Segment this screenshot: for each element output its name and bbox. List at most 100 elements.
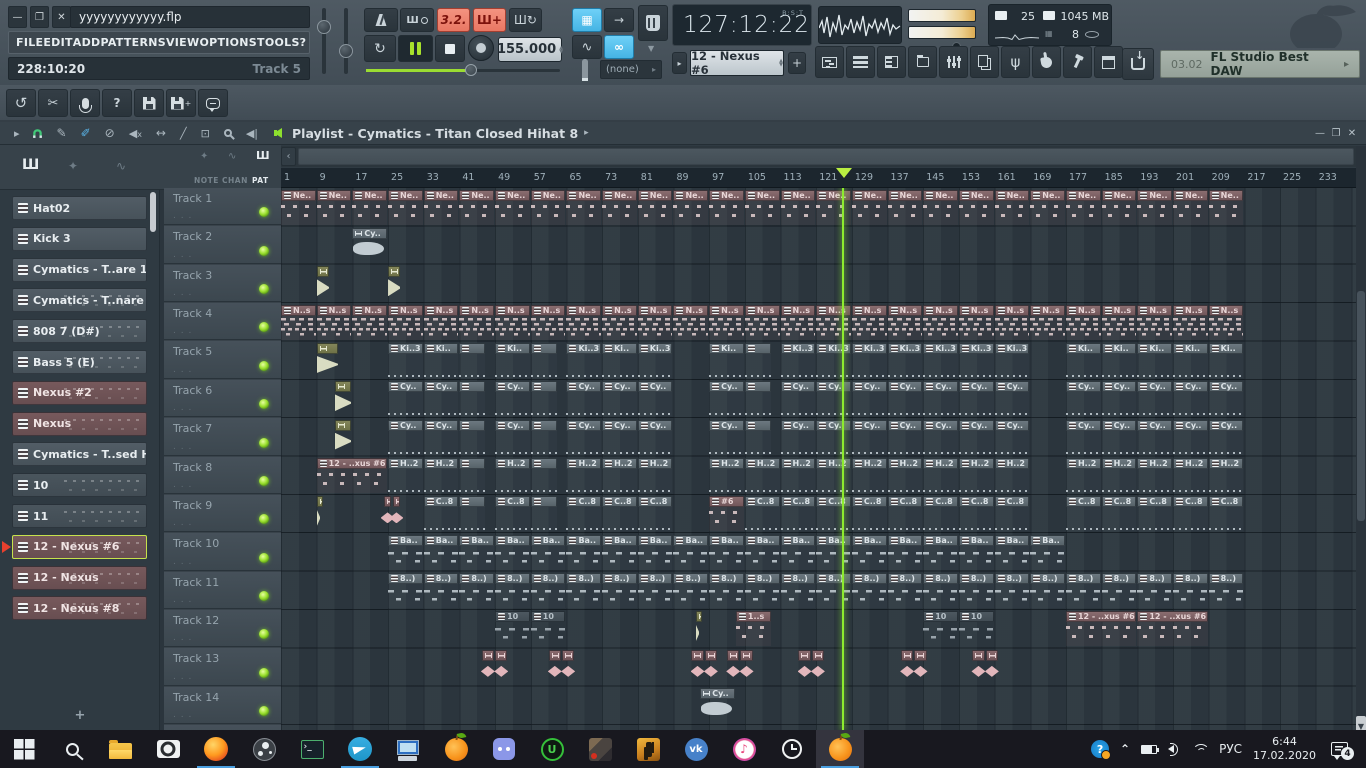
taskbar-item-alarm[interactable] bbox=[768, 730, 816, 768]
track-options-dots[interactable]: . . . bbox=[173, 518, 192, 528]
taskbar-item-vk[interactable] bbox=[672, 730, 720, 768]
playback-marker-icon[interactable]: ◀| bbox=[246, 127, 258, 140]
picker-patterns-tab-icon[interactable]: Ш bbox=[22, 157, 39, 173]
clip-header[interactable]: N..s bbox=[1209, 305, 1244, 316]
clip-Ne..-bar97[interactable]: Ne.. bbox=[709, 190, 744, 226]
clip-Cy..-bar201[interactable]: Cy.. bbox=[1173, 381, 1208, 417]
clip-header[interactable]: Ba.. bbox=[888, 535, 923, 546]
note-view-icon[interactable]: ✦ bbox=[200, 151, 208, 162]
clip-header[interactable]: C..8 bbox=[1173, 496, 1208, 507]
window-close-button[interactable]: ✕ bbox=[52, 6, 71, 28]
clip-N..s-bar97[interactable]: N..s bbox=[709, 305, 744, 341]
clip-header[interactable]: 8..) bbox=[638, 573, 673, 584]
taskbar-item-obs[interactable] bbox=[240, 730, 288, 768]
clip-header[interactable]: Ki..3 bbox=[566, 343, 601, 354]
clip-header[interactable]: Ki.. bbox=[1066, 343, 1101, 354]
clip-header[interactable]: Ba.. bbox=[995, 535, 1030, 546]
clip-header[interactable]: H..2 bbox=[424, 458, 459, 469]
master-volume-knob[interactable] bbox=[339, 44, 353, 58]
clip-header[interactable] bbox=[459, 420, 485, 431]
clip-header[interactable] bbox=[459, 458, 485, 469]
help-tray-icon[interactable]: ? bbox=[1091, 740, 1109, 758]
clip-header[interactable]: Ki.. bbox=[1173, 343, 1208, 354]
clip-H..2-bar185[interactable]: H..2 bbox=[1102, 458, 1137, 494]
clip-header[interactable]: Ne.. bbox=[1066, 190, 1101, 201]
clip-am-bar24[interactable] bbox=[384, 496, 392, 532]
track-mute-led[interactable] bbox=[259, 591, 269, 601]
help-button[interactable]: ? bbox=[102, 89, 132, 117]
clip-header[interactable]: C..8 bbox=[781, 496, 816, 507]
clip-header[interactable]: C..8 bbox=[888, 496, 923, 507]
clip-Cy..-bar177[interactable]: Cy.. bbox=[1066, 381, 1101, 417]
track-header-5[interactable]: Track 5. . . bbox=[164, 341, 281, 378]
clip-N..s-bar41[interactable]: N..s bbox=[459, 305, 494, 341]
playlist-window-button[interactable] bbox=[815, 46, 844, 78]
clip-header[interactable]: 8..) bbox=[602, 573, 637, 584]
clip-am-bar61[interactable] bbox=[549, 650, 561, 686]
clip-Ba..-bar49[interactable]: Ba.. bbox=[495, 535, 530, 571]
clip-header[interactable]: #6 bbox=[709, 496, 744, 507]
paint-tool-icon[interactable]: ✐ bbox=[81, 126, 91, 140]
track-mute-led[interactable] bbox=[259, 284, 269, 294]
clip-C..8-bar145[interactable]: C..8 bbox=[923, 496, 958, 532]
track-options-dots[interactable]: . . . bbox=[173, 326, 192, 336]
clip-header[interactable] bbox=[691, 650, 703, 661]
track-header-11[interactable]: Track 11. . . bbox=[164, 572, 281, 609]
clip-header[interactable]: Ki.. bbox=[1102, 343, 1137, 354]
clip-Ba..-bar169[interactable]: Ba.. bbox=[1030, 535, 1065, 571]
clip-header[interactable]: Ki..3 bbox=[781, 343, 816, 354]
playlist-close-button[interactable]: ✕ bbox=[1344, 128, 1360, 139]
clip-header[interactable] bbox=[393, 496, 401, 507]
picker-audio-tab-icon[interactable]: ✦ bbox=[68, 159, 78, 173]
clip-header[interactable]: Ne.. bbox=[424, 190, 459, 201]
clip-header[interactable] bbox=[459, 381, 485, 392]
clip-pg-bar105[interactable] bbox=[745, 420, 771, 456]
chevron-down-icon[interactable]: ▼ bbox=[648, 44, 654, 53]
clip-header[interactable]: Ne.. bbox=[888, 190, 923, 201]
clip-Cy..-bar81[interactable]: Cy.. bbox=[638, 381, 673, 417]
clip-H..2-bar113[interactable]: H..2 bbox=[781, 458, 816, 494]
master-pitch-knob[interactable] bbox=[317, 20, 331, 34]
clip-N..s-bar89[interactable]: N..s bbox=[673, 305, 708, 341]
clip-N..s-bar129[interactable]: N..s bbox=[852, 305, 887, 341]
clip-10-bar145[interactable]: 10 bbox=[923, 611, 958, 647]
add-pattern-button[interactable]: + bbox=[788, 52, 806, 74]
wait-for-input-button[interactable]: Ш bbox=[400, 8, 434, 32]
clip-ao-bar25[interactable] bbox=[388, 266, 400, 302]
clip-8..)-bar193[interactable]: 8..) bbox=[1137, 573, 1172, 609]
loop-record-button[interactable]: Ш↻ bbox=[509, 8, 542, 32]
clip-header[interactable] bbox=[696, 611, 702, 622]
time-display-panel[interactable]: 127:12:22 B:S:T bbox=[672, 4, 812, 46]
clip-am-bar101[interactable] bbox=[727, 650, 739, 686]
clip-header[interactable]: 8..) bbox=[1102, 573, 1137, 584]
clip-Ne..-bar1[interactable]: Ne.. bbox=[281, 190, 316, 226]
clip-C..8-bar129[interactable]: C..8 bbox=[852, 496, 887, 532]
download-manager-button[interactable] bbox=[1122, 48, 1154, 80]
clip-am-bar104[interactable] bbox=[740, 650, 752, 686]
track-mute-led[interactable] bbox=[259, 514, 269, 524]
clip-Ba..-bar161[interactable]: Ba.. bbox=[995, 535, 1030, 571]
pattern-item-14[interactable]: 12 - Nexus #8 bbox=[12, 596, 147, 620]
clip-header[interactable]: C..8 bbox=[1209, 496, 1244, 507]
clip-header[interactable] bbox=[745, 420, 771, 431]
clip-header[interactable]: Cy.. bbox=[1066, 381, 1101, 392]
clip-10-bar57[interactable]: 10 bbox=[531, 611, 566, 647]
clip-12 - ..xus #6-bar9[interactable]: 12 - ..xus #6 bbox=[317, 458, 387, 494]
clip-header[interactable]: C..8 bbox=[1066, 496, 1101, 507]
clip-header[interactable]: H..2 bbox=[1209, 458, 1244, 469]
playlist-menu-arrow-icon[interactable]: ▸ bbox=[14, 127, 20, 140]
clip-header[interactable]: H..2 bbox=[745, 458, 780, 469]
clip-N..s-bar161[interactable]: N..s bbox=[995, 305, 1030, 341]
clip-pg-bar57[interactable] bbox=[531, 496, 557, 532]
clip-ao-bar9[interactable] bbox=[317, 266, 329, 302]
clip-header[interactable]: H..2 bbox=[781, 458, 816, 469]
clip-Ba..-bar113[interactable]: Ba.. bbox=[781, 535, 816, 571]
clip-header[interactable]: C..8 bbox=[638, 496, 673, 507]
clip-N..s-bar169[interactable]: N..s bbox=[1030, 305, 1065, 341]
clip-header[interactable]: Ki..3 bbox=[923, 343, 958, 354]
clip-header[interactable]: C..8 bbox=[816, 496, 851, 507]
clip-Ba..-bar121[interactable]: Ba.. bbox=[816, 535, 851, 571]
clip-Cy..-bar113[interactable]: Cy.. bbox=[781, 381, 816, 417]
clip-Cy..-bar145[interactable]: Cy.. bbox=[923, 420, 958, 456]
clip-Ba..-bar65[interactable]: Ba.. bbox=[566, 535, 601, 571]
